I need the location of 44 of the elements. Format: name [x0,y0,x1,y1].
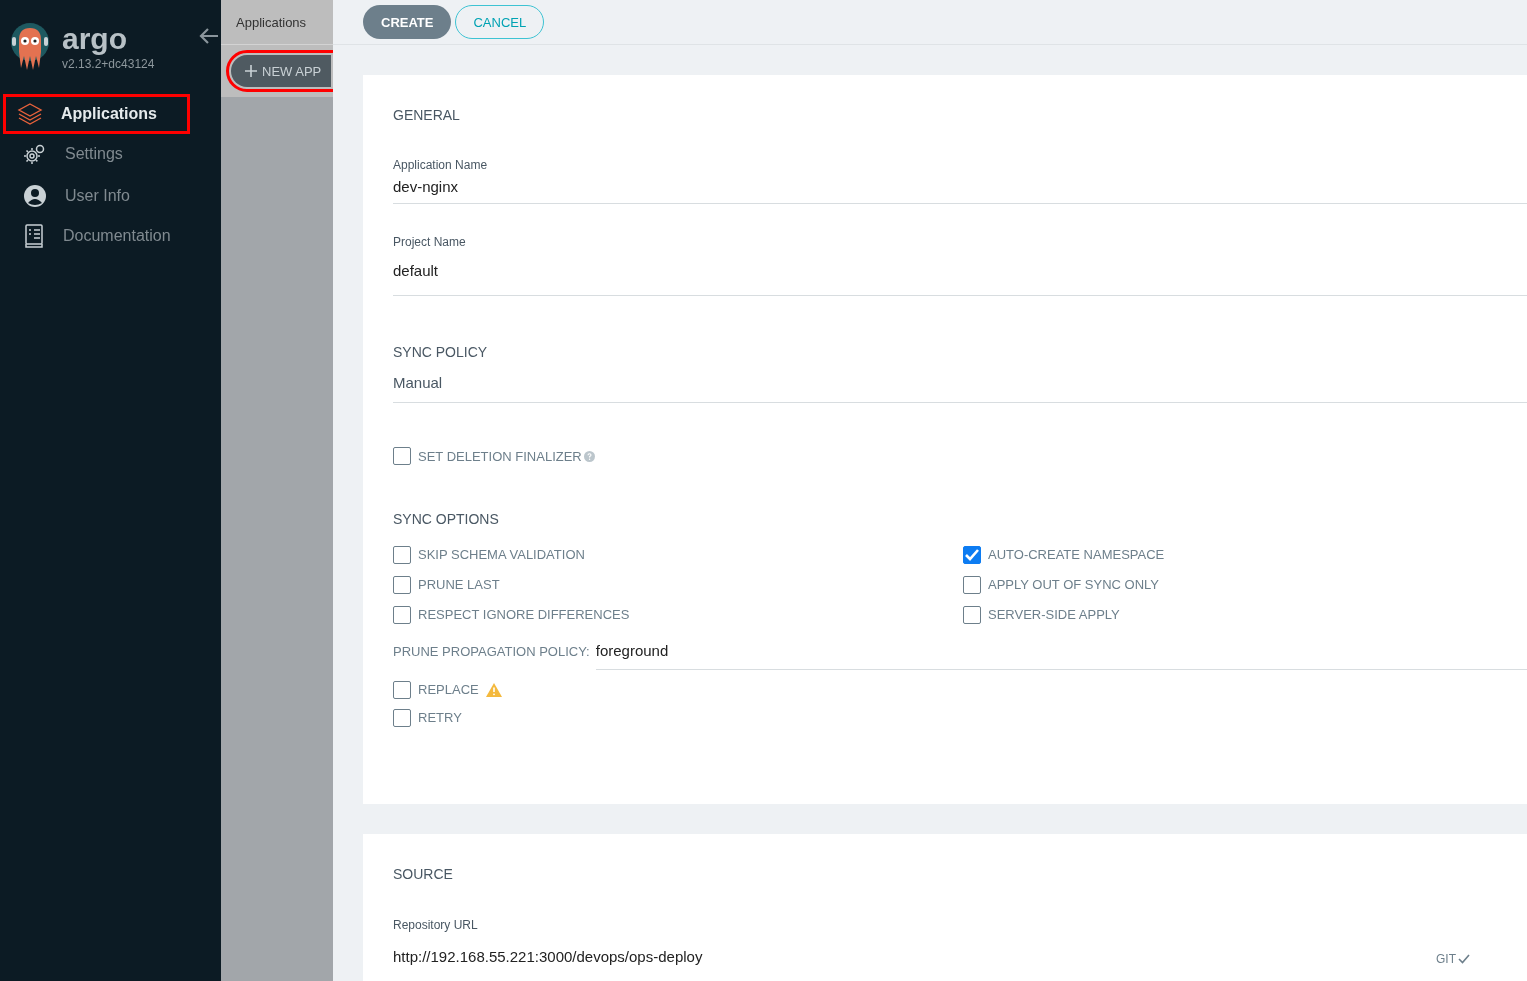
breadcrumb-title: Applications [236,14,307,30]
section-title: SYNC POLICY [393,344,489,360]
checkbox-label: SKIP SCHEMA VALIDATION [418,547,585,562]
book-icon [23,224,45,248]
sync-policy-dropdown[interactable]: Manual [393,374,1527,403]
checkbox-label: SERVER-SIDE APPLY [988,607,1120,622]
logo-wordmark: argo [62,24,128,54]
back-arrow-icon[interactable] [199,27,220,45]
checkbox-label: SET DELETION FINALIZER [418,448,582,464]
user-avatar-icon [23,184,47,208]
prune-policy-dropdown[interactable]: foreground [595,642,1527,670]
checkbox[interactable] [963,605,981,624]
checkbox-label: RETRY [418,710,462,725]
section-title: SYNC OPTIONS [393,511,500,527]
nav-item[interactable]: Documentation [3,216,190,256]
checkbox[interactable] [393,708,411,727]
nav-item[interactable]: Settings [3,134,190,174]
checkbox-label: AUTO-CREATE NAMESPACE [988,547,1165,562]
checkbox-label: APPLY OUT OF SYNC ONLY [988,577,1159,592]
checkbox[interactable] [393,575,411,594]
text-field[interactable]: Application Name dev-nginx [393,158,1527,204]
checkbox[interactable] [963,545,981,564]
checkbox-label: RESPECT IGNORE DIFFERENCES [418,607,630,622]
checkbox[interactable] [393,545,411,564]
text-field[interactable]: Repository URL http://192.168.55.221:3000/devops/ops-deploy GIT [393,918,1527,966]
checkbox-label: REPLACE [418,682,479,697]
nav-item[interactable]: User Info [3,176,190,216]
layers-icon [17,102,43,126]
field-label: PRUNE PROPAGATION POLICY: [393,644,590,659]
text-field[interactable]: Project Name default [393,235,1527,296]
gears-icon [23,142,47,166]
check-icon [1458,954,1470,964]
plus-icon [245,65,257,77]
checkbox[interactable] [393,447,411,465]
checkbox-label: PRUNE LAST [418,577,500,592]
create-button[interactable]: CREATE [363,5,452,39]
repo-type-dropdown[interactable]: GIT [1436,952,1470,966]
checkbox[interactable] [393,605,411,624]
checkbox[interactable] [963,575,981,594]
section-title: SOURCE [393,866,454,882]
nav-item[interactable]: Applications [3,94,190,134]
version-label: v2.13.2+dc43124 [62,57,155,71]
section-title: GENERAL [393,107,461,123]
checkbox[interactable] [393,680,411,699]
